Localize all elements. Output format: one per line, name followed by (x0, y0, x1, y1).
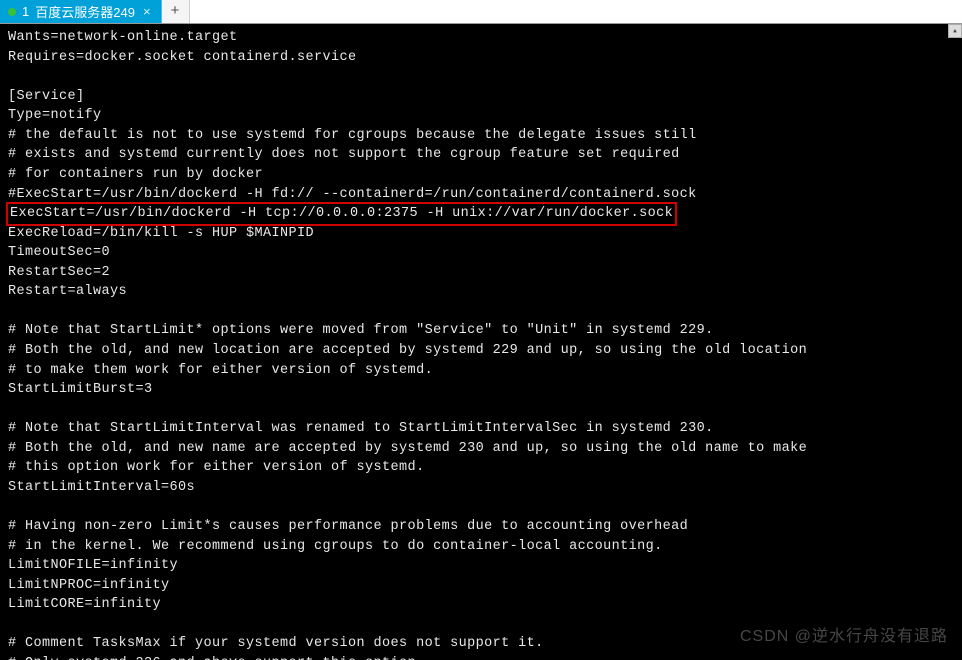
tab-title: 百度云服务器249 (35, 2, 135, 21)
terminal-line: # Note that StartLimit* options were mov… (8, 323, 714, 338)
terminal-line: Restart=always (8, 284, 127, 299)
terminal-line: RestartSec=2 (8, 265, 110, 280)
status-dot-icon (8, 8, 16, 16)
terminal-line: StartLimitBurst=3 (8, 382, 153, 397)
terminal-line: # to make them work for either version o… (8, 363, 433, 378)
terminal-line: Requires=docker.socket containerd.servic… (8, 50, 357, 65)
highlighted-line: ExecStart=/usr/bin/dockerd -H tcp://0.0.… (6, 202, 677, 226)
terminal-line: # the default is not to use systemd for … (8, 128, 697, 143)
terminal-line: LimitCORE=infinity (8, 597, 161, 612)
tab-index: 1 (22, 4, 29, 19)
close-icon[interactable]: × (141, 4, 153, 19)
plus-icon: + (171, 3, 180, 20)
terminal-line: [Service] (8, 89, 85, 104)
terminal-line: # Note that StartLimitInterval was renam… (8, 421, 714, 436)
terminal-line: # Both the old, and new name are accepte… (8, 441, 807, 456)
terminal-line: Type=notify (8, 108, 102, 123)
terminal-line: TimeoutSec=0 (8, 245, 110, 260)
scroll-up-button[interactable]: ▴ (948, 24, 962, 38)
terminal-line: #ExecStart=/usr/bin/dockerd -H fd:// --c… (8, 187, 697, 202)
terminal-line: # exists and systemd currently does not … (8, 147, 680, 162)
terminal-line: StartLimitInterval=60s (8, 480, 195, 495)
terminal-line: # Only systemd 226 and above support thi… (8, 656, 425, 660)
terminal-line: # this option work for either version of… (8, 460, 425, 475)
tab-active[interactable]: 1 百度云服务器249 × (0, 0, 162, 23)
terminal-line: ExecReload=/bin/kill -s HUP $MAINPID (8, 226, 314, 241)
terminal-line: # Having non-zero Limit*s causes perform… (8, 519, 688, 534)
terminal-output[interactable]: Wants=network-online.target Requires=doc… (0, 24, 962, 660)
terminal-line: Wants=network-online.target (8, 30, 238, 45)
terminal-line: # Comment TasksMax if your systemd versi… (8, 636, 544, 651)
terminal-line: LimitNOFILE=infinity (8, 558, 178, 573)
terminal-line: # for containers run by docker (8, 167, 263, 182)
new-tab-button[interactable]: + (162, 0, 190, 23)
tab-bar: 1 百度云服务器249 × + (0, 0, 962, 24)
terminal-line: # in the kernel. We recommend using cgro… (8, 539, 663, 554)
terminal-line: # Both the old, and new location are acc… (8, 343, 807, 358)
terminal-line: LimitNPROC=infinity (8, 578, 170, 593)
chevron-up-icon: ▴ (952, 26, 957, 36)
